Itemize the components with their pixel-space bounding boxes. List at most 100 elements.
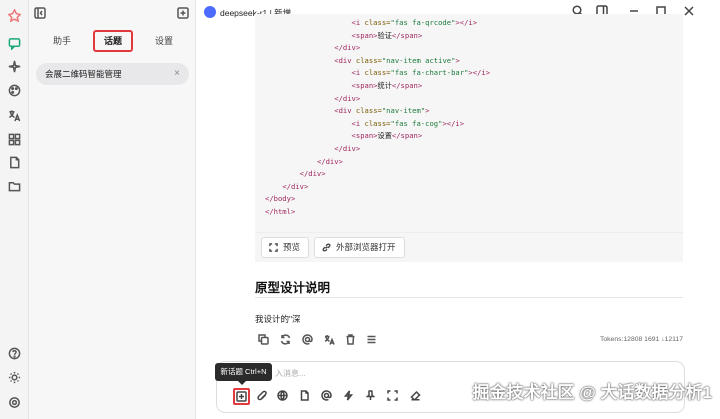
collapse-sidebar-icon[interactable] xyxy=(34,7,47,20)
open-external-browser-button[interactable]: 外部浏览器打开 xyxy=(314,237,405,258)
message-heading: 原型设计说明 xyxy=(255,281,331,295)
code-line: <i class="fas fa-chart-bar"></i> xyxy=(265,67,673,80)
code-text: 验证 xyxy=(377,30,392,40)
code-tag: </div> xyxy=(334,93,361,103)
code-tag: <i xyxy=(351,18,365,27)
new-topic-button-icon[interactable] xyxy=(233,388,250,405)
chat-icon[interactable] xyxy=(7,36,22,51)
code-line: </div> xyxy=(265,168,673,181)
copy-icon[interactable] xyxy=(258,334,270,346)
code-text: 设置 xyxy=(377,131,392,141)
expand-icon xyxy=(269,243,279,253)
new-topic-tooltip: 新话题 Ctrl+N xyxy=(215,363,272,385)
fullscreen-icon[interactable] xyxy=(387,390,400,403)
mention-icon[interactable] xyxy=(321,390,334,403)
delete-icon[interactable] xyxy=(345,334,357,346)
code-tag: <div xyxy=(334,106,356,116)
code-line: </html> xyxy=(265,206,673,219)
code-tag: </div> xyxy=(299,169,326,179)
document-icon[interactable] xyxy=(299,390,312,403)
code-string: "nav-item active" xyxy=(381,55,456,65)
code-string: "fas fa-qrcode" xyxy=(390,18,456,27)
code-tag: </body> xyxy=(265,194,296,204)
code-block-toolbar: 预览 外部浏览器打开 xyxy=(255,232,683,262)
code-tag: <span> xyxy=(351,131,378,141)
code-attr: class= xyxy=(364,68,391,78)
code-string: "fas fa-chart-bar" xyxy=(390,68,469,78)
code-string: "nav-item" xyxy=(381,106,426,116)
topics-sidebar: 助手 话题 设置 会展二维码智能管理 × xyxy=(29,0,196,419)
preview-label: 预览 xyxy=(283,242,301,252)
menu-icon[interactable] xyxy=(366,334,378,346)
app-rail xyxy=(0,0,29,419)
code-line: <span>设置</span> xyxy=(265,130,673,143)
code-line: <span>统计</span> xyxy=(265,80,673,93)
message-actions: Tokens:12808 1691 ↓12117 xyxy=(255,333,683,349)
deepseek-logo-icon xyxy=(204,6,216,18)
tab-topics[interactable]: 话题 xyxy=(93,30,133,52)
lightning-icon[interactable] xyxy=(343,390,356,403)
attachment-icon[interactable] xyxy=(257,390,270,403)
pin-icon[interactable] xyxy=(365,390,378,403)
tab-assistant[interactable]: 助手 xyxy=(47,30,77,52)
apps-grid-icon[interactable] xyxy=(7,132,22,147)
code-tag: </div> xyxy=(282,181,309,191)
eraser-icon[interactable] xyxy=(410,390,423,403)
code-attr: class= xyxy=(355,106,382,116)
globe-icon[interactable] xyxy=(277,390,290,403)
code-tag: </span> xyxy=(391,30,423,40)
topic-item[interactable]: 会展二维码智能管理 × xyxy=(36,63,189,85)
code-tag: <div xyxy=(334,55,356,65)
code-attr: class= xyxy=(364,18,391,27)
help-icon[interactable] xyxy=(7,346,22,361)
message-input-placeholder[interactable]: 入消息... xyxy=(275,368,306,379)
code-line: </div> xyxy=(265,143,673,156)
code-block: <i class="fas fa-qrcode"></i> <span>验证</… xyxy=(255,14,683,232)
sidebar-toolbar xyxy=(29,4,196,22)
folder-icon[interactable] xyxy=(7,179,22,194)
code-tag: ></i> xyxy=(442,118,465,128)
code-line: <i class="fas fa-cog"></i> xyxy=(265,118,673,131)
close-icon[interactable]: × xyxy=(174,63,180,85)
code-tag: > xyxy=(425,106,430,116)
token-count: Tokens:12808 1691 ↓12117 xyxy=(599,336,683,343)
message-paragraph: 我设计的"深 xyxy=(255,314,301,324)
divider xyxy=(255,297,683,298)
translate-icon[interactable] xyxy=(324,334,336,346)
code-line: </div> xyxy=(265,93,673,106)
settings-gear-icon[interactable] xyxy=(7,395,22,410)
code-tag: </span> xyxy=(391,131,423,141)
tab-settings[interactable]: 设置 xyxy=(149,30,179,52)
chat-main: deepseek-r1 | 新增 <i class="fas fa-qrcode… xyxy=(196,0,720,419)
preview-button[interactable]: 预览 xyxy=(261,237,310,258)
app-logo-icon xyxy=(7,8,22,23)
file-icon[interactable] xyxy=(7,155,22,170)
palette-icon[interactable] xyxy=(7,83,22,98)
code-tag: </div> xyxy=(316,156,343,166)
code-tag: </div> xyxy=(334,43,361,53)
code-tag: <span> xyxy=(351,80,378,90)
code-line: <i class="fas fa-qrcode"></i> xyxy=(265,17,673,30)
link-icon xyxy=(322,243,332,253)
code-line: </div> xyxy=(265,156,673,169)
topic-item-label: 会展二维码智能管理 xyxy=(45,69,122,79)
translate-icon[interactable] xyxy=(7,108,22,123)
regenerate-icon[interactable] xyxy=(280,334,292,346)
code-tag: <i xyxy=(351,118,365,128)
sparkle-icon[interactable] xyxy=(7,59,22,74)
close-window-icon[interactable] xyxy=(683,5,696,18)
code-line: <span>验证</span> xyxy=(265,30,673,43)
code-tag: <span> xyxy=(351,30,378,40)
code-tag: ></i> xyxy=(455,18,478,27)
code-string: "fas fa-cog" xyxy=(390,118,443,128)
theme-sun-icon[interactable] xyxy=(7,370,22,385)
sidebar-tabs: 助手 话题 设置 xyxy=(29,30,196,52)
code-line: <div class="nav-item"> xyxy=(265,105,673,118)
code-line: <div class="nav-item active"> xyxy=(265,55,673,68)
code-tag: <i xyxy=(351,68,365,78)
new-topic-icon[interactable] xyxy=(177,7,190,20)
code-tag: </div> xyxy=(334,143,361,153)
code-attr: class= xyxy=(355,55,382,65)
code-tag: </span> xyxy=(391,80,423,90)
mention-icon[interactable] xyxy=(302,334,314,346)
